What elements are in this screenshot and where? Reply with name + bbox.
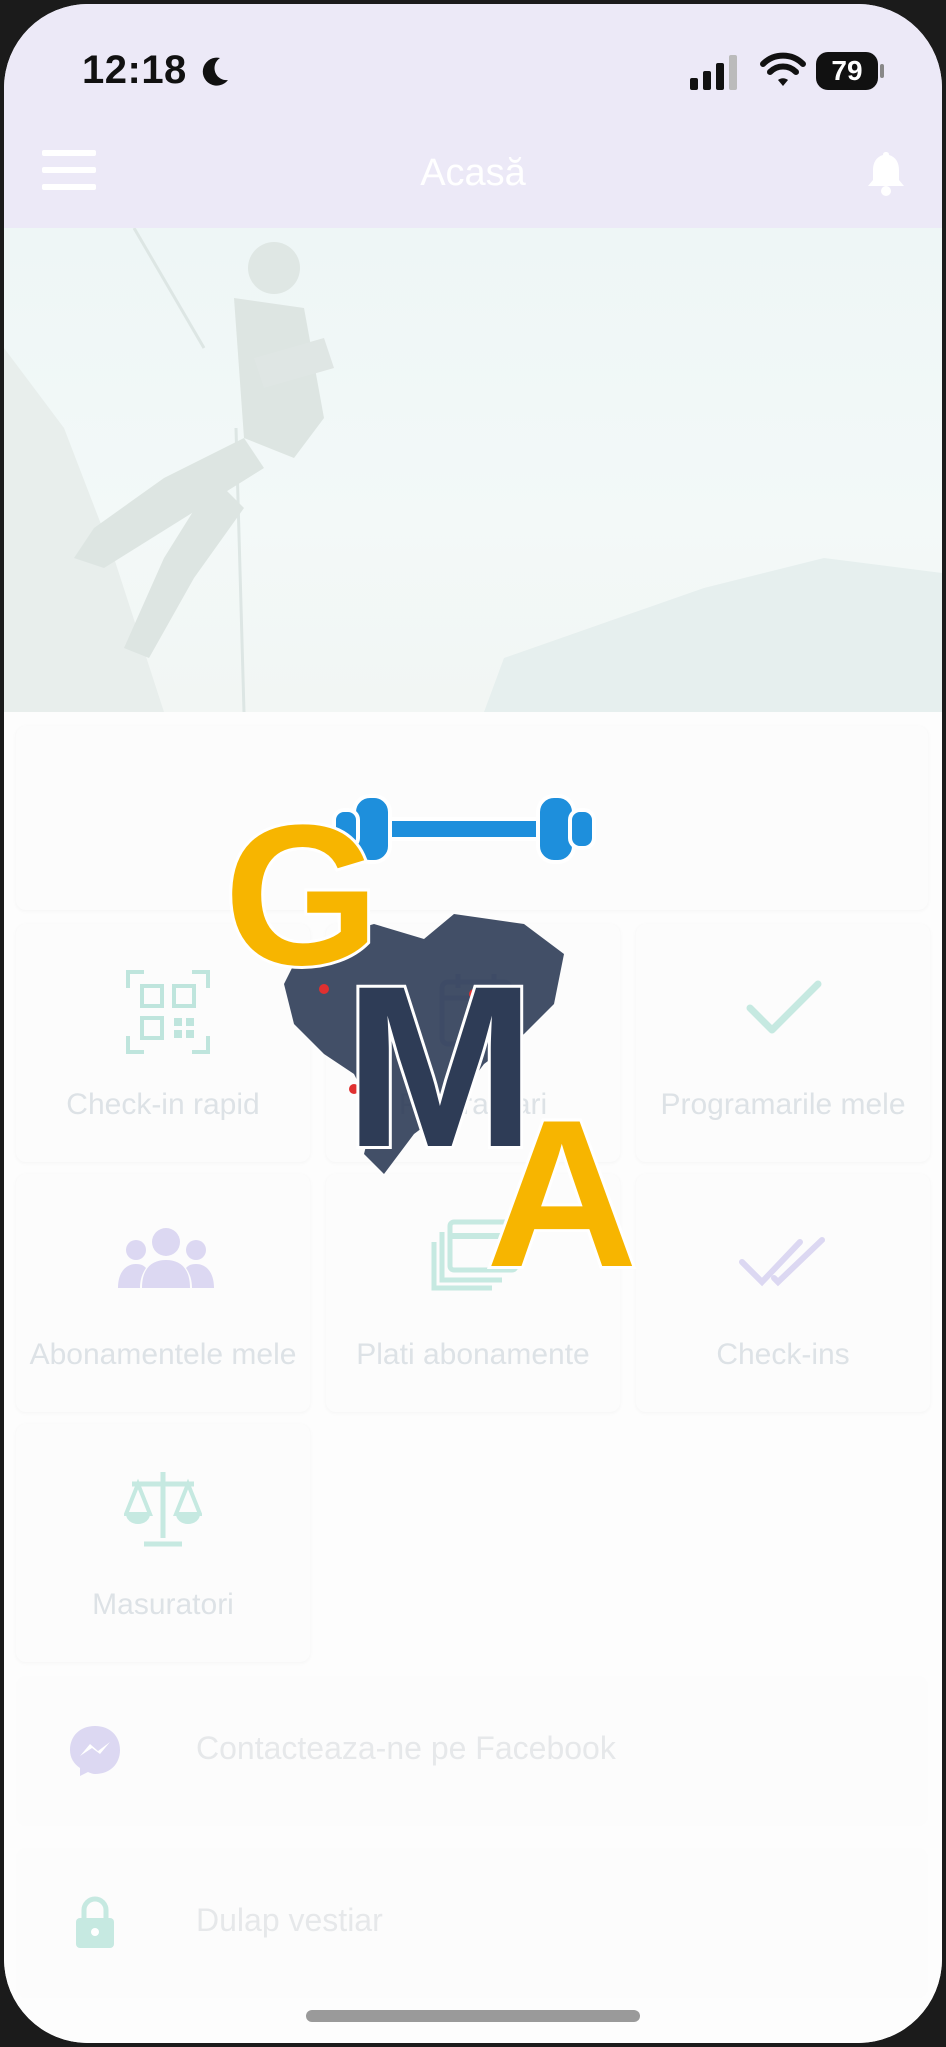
lock-icon: [76, 1896, 114, 1948]
list-item-dulap-vestiar[interactable]: Dulap vestiar: [16, 1848, 928, 1998]
checkmark-icon: [746, 980, 822, 1034]
battery-level: 79: [816, 52, 878, 90]
status-time: 12:18: [82, 48, 187, 92]
tile-masuratori[interactable]: Masuratori: [16, 1424, 310, 1662]
list-label: Dulap vestiar: [196, 1902, 383, 1938]
list-label: Contacteaza-ne pe Facebook: [196, 1730, 616, 1766]
moon-icon: [202, 57, 228, 86]
top-bar: 12:18 79 Acasă: [4, 4, 942, 228]
battery-indicator: 79: [816, 52, 884, 90]
app-screen: 12:18 79 Acasă Check-in rapid Programari…: [4, 4, 942, 2043]
tile-label: Plati abonamente: [356, 1338, 590, 1371]
tile-label: Abonamentele mele: [29, 1338, 297, 1371]
status-bar: 12:18 79: [4, 4, 942, 124]
logo-letter-a: A: [486, 1076, 638, 1294]
wifi-icon: [760, 52, 806, 86]
climber-illustration: [4, 228, 942, 712]
hero-banner-image: [4, 228, 942, 712]
scale-icon: [124, 1472, 202, 1547]
tile-label: Masuratori: [92, 1588, 234, 1621]
phone-frame: 12:18 79 Acasă Check-in rapid Programari…: [0, 0, 946, 2047]
users-icon: [118, 1228, 214, 1288]
qr-code-icon: [126, 970, 210, 1054]
cellular-signal-icon: [690, 55, 737, 90]
double-check-icon: [739, 1237, 825, 1287]
page-title: Acasă: [420, 152, 526, 194]
navigation-bar: Acasă: [4, 124, 942, 228]
tile-label: Check-ins: [716, 1338, 850, 1371]
home-indicator[interactable]: [306, 2010, 640, 2022]
gma-logo-watermark: G M A: [224, 781, 641, 1294]
battery-tip: [880, 64, 884, 78]
messenger-icon: [70, 1726, 120, 1776]
list-item-facebook[interactable]: Contacteaza-ne pe Facebook: [16, 1676, 928, 1826]
bell-icon[interactable]: [866, 150, 906, 196]
